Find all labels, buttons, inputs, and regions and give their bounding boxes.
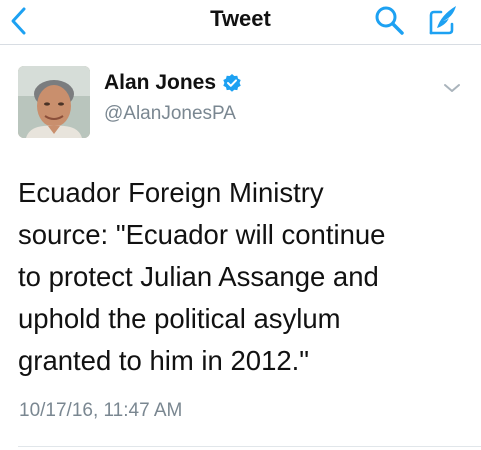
author-photo-icon — [18, 66, 90, 138]
divider — [18, 446, 481, 447]
search-icon — [375, 6, 404, 35]
author-handle[interactable]: @AlanJonesPA — [104, 102, 236, 126]
tweet-timestamp: 10/17/16, 11:47 AM — [19, 400, 183, 421]
author-name[interactable]: Alan Jones — [104, 70, 242, 96]
page-title: Tweet — [210, 6, 271, 31]
compose-button[interactable] — [423, 2, 461, 38]
tweet-options-button[interactable] — [440, 78, 464, 98]
verified-badge-icon — [222, 73, 242, 93]
chevron-down-icon — [444, 84, 460, 92]
compose-quill-icon — [429, 6, 456, 35]
author-name-label: Alan Jones — [104, 71, 217, 94]
nav-bar: Tweet — [0, 0, 481, 45]
search-button[interactable] — [371, 3, 407, 37]
avatar[interactable] — [18, 66, 90, 138]
tweet-detail-screen: Tweet Alan Jones @AlanJonesPA Ecuador Fo… — [0, 0, 481, 450]
tweet-text: Ecuador Foreign Ministry source: "Ecuado… — [18, 177, 386, 376]
